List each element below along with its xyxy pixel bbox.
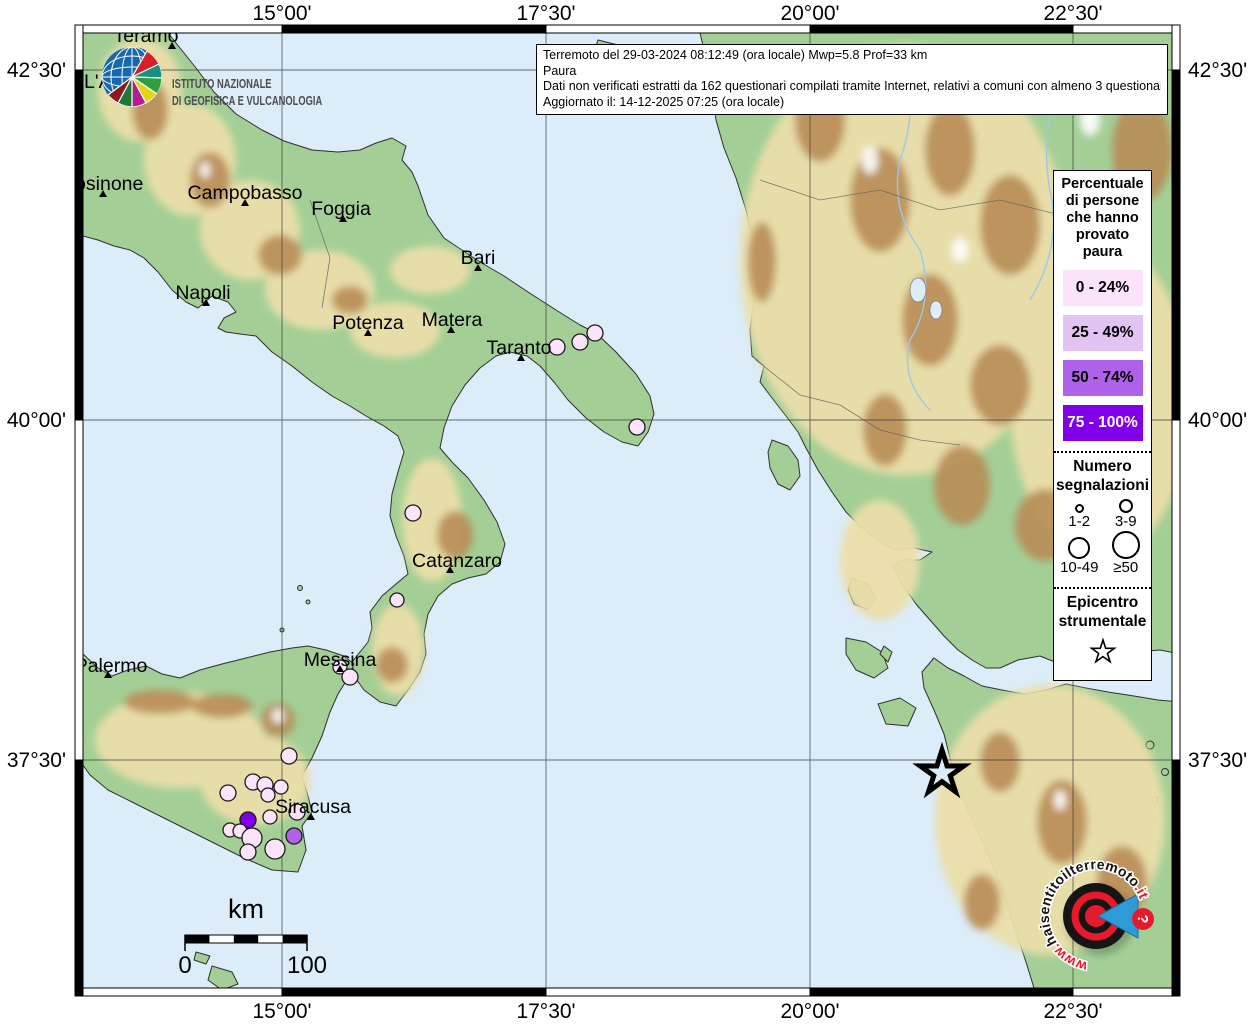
legend-swatch-25-49: 25 - 49% [1063,315,1143,351]
scale-bar-unit: km [228,894,264,924]
ingv-logo-text-line2: DI GEOFISICA E VULCANOLOGIA [172,95,322,109]
felt-report-point [265,839,285,859]
felt-report-point [220,785,236,801]
aeolian-islet [306,600,310,604]
city-label: Bari [461,247,496,269]
event-info-box: Terremoto del 29-03-2024 08:12:49 (ora l… [536,44,1168,115]
event-summary: Terremoto del 29-03-2024 08:12:49 (ora l… [543,48,1161,64]
axis-tick-left-40: 40°00' [7,409,66,433]
count-circle-icon [1075,504,1084,513]
legend-count-title: Numero segnalazioni [1054,453,1151,495]
axis-tick-left-37-30: 37°30' [7,749,66,773]
scale-bar-end: 100 [287,952,327,979]
aegean-islet [1162,769,1169,776]
event-effect-label: Paura [543,64,1161,80]
axis-tick-bottom-17-30: 17°30' [516,1000,575,1024]
axis-tick-top-15: 15°00' [252,2,311,26]
city-label: Palermo [75,655,148,677]
city-label: Matera [422,309,483,331]
axis-tick-top-22-30: 22°30' [1043,2,1102,26]
aeolian-islet [298,586,303,591]
felt-report-point [240,844,256,860]
count-circle-icon [1112,531,1140,559]
legend-panel: Percentuale di persone che hanno provato… [1053,170,1152,681]
city-label: Foggia [311,198,371,220]
aegean-islet [1146,741,1154,749]
city-label: Frosinone [57,173,144,195]
felt-report-point [274,780,288,794]
count-circle-icon [1119,499,1133,513]
legend-swatch-50-74: 50 - 74% [1063,360,1143,396]
city-label: Catanzaro [412,550,502,572]
count-size-1-2: 1-2 [1056,504,1103,531]
event-updated-at: Aggiornato il: 14-12-2025 07:25 (ora loc… [543,95,1161,111]
scale-bar-start: 0 [178,952,191,979]
axis-tick-top-17-30: 17°30' [516,2,575,26]
felt-report-point [281,748,297,764]
axis-tick-left-42-30: 42°30' [7,59,66,83]
legend-title: Percentuale di persone che hanno provato… [1054,171,1151,261]
felt-report-point [405,505,421,521]
felt-report-point [286,828,302,844]
map-area: TeramoL'AquilaFrosinoneCampobassoFoggiaB… [57,25,1190,990]
city-label: Taranto [486,337,551,359]
axis-tick-bottom-15: 15°00' [252,1000,311,1024]
ingv-logo-text-line1: ISTITUTO NAZIONALE [172,78,272,92]
city-label: Napoli [175,282,230,304]
axis-tick-right-37-30: 37°30' [1188,749,1247,773]
legend-swatch-75-100: 75 - 100% [1063,405,1143,441]
legend-swatch-0-24: 0 - 24% [1063,270,1143,306]
felt-report-point [342,669,358,685]
felt-report-point [261,788,275,802]
axis-tick-right-40: 40°00' [1188,409,1247,433]
count-size-10-49: 10-49 [1056,537,1103,577]
axis-tick-right-42-30: 42°30' [1188,59,1247,83]
felt-report-point [629,419,645,435]
city-label: Messina [304,649,377,671]
count-circle-icon [1068,537,1090,559]
legend-epicenter-title: Epicentro strumentale [1054,589,1151,631]
city-label: Siracusa [275,796,351,818]
felt-report-point [390,593,404,607]
event-data-note: Dati non verificati estratti da 162 ques… [543,79,1161,95]
count-size-50plus: ≥50 [1103,531,1150,577]
axis-tick-bottom-22-30: 22°30' [1043,1000,1102,1024]
count-size-3-9: 3-9 [1103,499,1150,531]
axis-tick-top-20: 20°00' [780,2,839,26]
epicenter-star-icon [1054,631,1151,672]
felt-report-point [572,334,588,350]
legend-count-grid: 1-2 3-9 10-49 ≥50 [1054,495,1151,577]
haisentito-map-page: TeramoL'AquilaFrosinoneCampobassoFoggiaB… [0,0,1254,1024]
logo-question-mark: ? [1134,914,1151,923]
city-label: Campobasso [188,182,303,204]
axis-tick-bottom-20: 20°00' [780,1000,839,1024]
city-label: Potenza [332,312,404,334]
felt-report-point [587,325,603,341]
